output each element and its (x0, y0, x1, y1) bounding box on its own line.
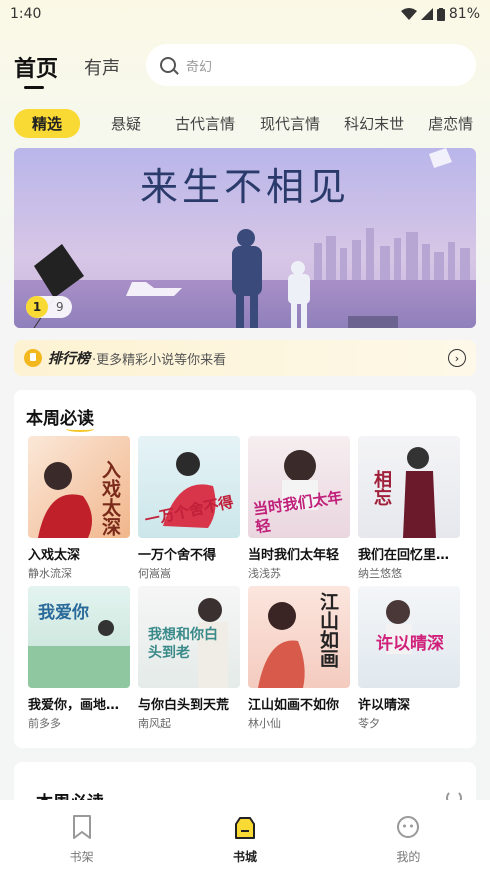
book-item[interactable]: 许以晴深 许以晴深 苓夕 (358, 586, 460, 731)
bottom-tab-bar: 书架 书城 我的 (0, 800, 490, 871)
search-placeholder: 奇幻 (186, 59, 213, 75)
ranking-icon (24, 349, 42, 367)
book-cover[interactable]: 相忘 (358, 436, 460, 538)
book-title: 我爱你，画地为... (28, 698, 130, 713)
ranking-title: 排行榜 (48, 351, 90, 367)
cover-text: 许以晴深 (376, 634, 444, 654)
weekly-picks-section: 本周必读 入戏太深 入戏太深 静水流深 一万个舍不得 一万个舍不得 何嵩嵩 当时… (14, 390, 476, 748)
book-item[interactable]: 一万个舍不得 一万个舍不得 何嵩嵩 (138, 436, 240, 581)
cover-text: 我爱你 (38, 603, 89, 623)
book-author: 前多多 (28, 717, 61, 730)
bookmark-icon (72, 815, 91, 839)
book-title: 与你白头到天荒 (138, 698, 230, 713)
book-cover[interactable]: 当时我们太年轻 (248, 436, 350, 538)
face-icon (397, 816, 420, 838)
chevron-right-icon[interactable]: › (448, 349, 466, 367)
tab-bookshelf[interactable]: 书架 (0, 800, 163, 871)
book-title: 当时我们太年轻 (248, 548, 340, 563)
book-title: 一万个舍不得 (138, 548, 217, 563)
cover-text: 相忘 (371, 470, 392, 506)
carousel-total: 9 (56, 300, 64, 314)
book-author: 静水流深 (28, 567, 72, 580)
ranking-subtitle: ·更多精彩小说等你来看 (92, 352, 227, 368)
promo-banner[interactable]: 来生不相见 1 9 (14, 148, 476, 328)
book-cover[interactable]: 入戏太深 (28, 436, 130, 538)
cover-text: 我想和你白头到老 (148, 627, 218, 661)
book-author: 何嵩嵩 (138, 567, 171, 580)
book-author: 纳兰悠悠 (358, 567, 402, 580)
category-angst-romance[interactable]: 虐恋情 (428, 113, 473, 134)
book-title: 入戏太深 (28, 548, 81, 563)
carousel-indicator: 1 9 (26, 296, 72, 318)
tab-label: 我的 (396, 850, 421, 864)
tab-label: 书架 (69, 850, 94, 864)
cover-text: 江山如画 (317, 592, 339, 668)
status-time: 1:40 (10, 6, 42, 22)
book-item[interactable]: 入戏太深 入戏太深 静水流深 (28, 436, 130, 581)
battery-level: 81% (448, 6, 480, 22)
signal-icon (420, 8, 433, 20)
category-scifi[interactable]: 科幻末世 (344, 113, 404, 134)
top-nav: 首页 有声 奇幻 (0, 42, 490, 92)
book-author: 苓夕 (358, 717, 380, 730)
banner-title: 来生不相见 (139, 165, 350, 209)
tab-bookstore[interactable]: 书城 (163, 800, 326, 871)
battery-icon (436, 7, 445, 21)
book-item[interactable]: 我爱你 我爱你，画地为... 前多多 (28, 586, 130, 731)
tab-audio[interactable]: 有声 (84, 54, 120, 80)
category-ancient-romance[interactable]: 古代言情 (175, 113, 235, 134)
carousel-current: 1 (26, 296, 48, 318)
book-item[interactable]: 江山如画 江山如画不如你 林小仙 (248, 586, 350, 731)
tab-home[interactable]: 首页 (14, 51, 58, 89)
book-author: 南风起 (138, 717, 171, 730)
wifi-icon (400, 8, 417, 20)
book-item[interactable]: 我想和你白头到老 与你白头到天荒 南风起 (138, 586, 240, 731)
book-cover[interactable]: 我想和你白头到老 (138, 586, 240, 688)
tab-label: 书城 (232, 850, 257, 864)
category-featured[interactable]: 精选 (14, 108, 81, 138)
search-icon (160, 57, 176, 73)
book-cover[interactable]: 一万个舍不得 (138, 436, 240, 538)
cover-text: 入戏太深 (99, 460, 121, 536)
book-author: 林小仙 (248, 717, 281, 730)
store-icon (234, 817, 255, 839)
book-title: 许以晴深 (358, 698, 411, 713)
ranking-entry[interactable]: 排行榜 ·更多精彩小说等你来看 › (14, 340, 476, 376)
section-title: 本周必读 (26, 404, 94, 432)
category-modern-romance[interactable]: 现代言情 (260, 113, 320, 134)
book-item[interactable]: 当时我们太年轻 当时我们太年轻 浅浅苏 (248, 436, 350, 581)
tab-mine[interactable]: 我的 (327, 800, 490, 871)
category-suspense[interactable]: 悬疑 (111, 113, 141, 134)
book-cover[interactable]: 江山如画 (248, 586, 350, 688)
book-author: 浅浅苏 (248, 567, 281, 580)
status-bar: 1:40 81% (0, 0, 490, 28)
book-title: 我们在回忆里相... (358, 548, 460, 563)
book-cover[interactable]: 许以晴深 (358, 586, 460, 688)
book-title: 江山如画不如你 (248, 698, 340, 713)
search-input[interactable]: 奇幻 (146, 44, 476, 86)
book-cover[interactable]: 我爱你 (28, 586, 130, 688)
book-item[interactable]: 相忘 我们在回忆里相... 纳兰悠悠 (358, 436, 460, 581)
category-tabs: 精选 悬疑 古代言情 现代言情 科幻末世 虐恋情 (0, 108, 490, 138)
